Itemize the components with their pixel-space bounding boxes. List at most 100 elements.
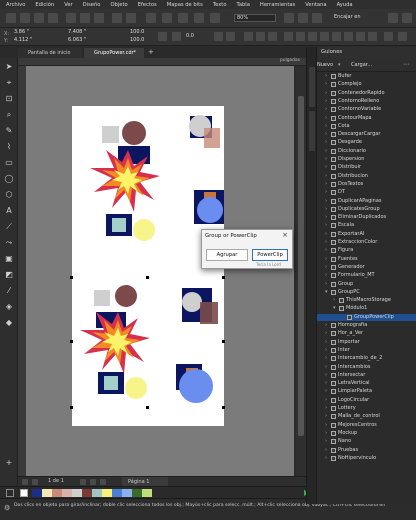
script-tree-item[interactable]: › Cota bbox=[317, 123, 416, 130]
next-page-icon[interactable] bbox=[80, 479, 86, 485]
chevron-right-icon[interactable]: › bbox=[325, 330, 329, 337]
script-tree-item[interactable]: › DescargarCargar bbox=[317, 131, 416, 138]
menu-item[interactable]: Mapas de bits bbox=[167, 2, 203, 8]
color-swatch[interactable] bbox=[42, 489, 52, 497]
chevron-right-icon[interactable]: › bbox=[325, 189, 329, 196]
script-tree-item[interactable]: › DuplicarAPaginas bbox=[317, 198, 416, 205]
chevron-right-icon[interactable]: › bbox=[325, 206, 329, 213]
menu-item[interactable]: Efectos bbox=[138, 2, 157, 8]
script-tree-item[interactable]: › ContourMapa bbox=[317, 115, 416, 122]
powerclip-button[interactable]: PowerClip bbox=[252, 249, 288, 261]
ungroup-all-icon[interactable] bbox=[268, 32, 277, 41]
import-icon[interactable] bbox=[162, 13, 172, 23]
script-tree-item[interactable]: › ContenedorRapido bbox=[317, 90, 416, 97]
script-tree-item[interactable]: › ThisMacroStorage bbox=[317, 297, 416, 304]
chevron-right-icon[interactable]: › bbox=[325, 164, 329, 171]
chevron-right-icon[interactable]: › bbox=[325, 422, 329, 429]
script-tree-item[interactable]: › Escala bbox=[317, 222, 416, 229]
chevron-right-icon[interactable]: › bbox=[325, 131, 329, 138]
chevron-right-icon[interactable]: › bbox=[333, 297, 337, 304]
tab-document[interactable]: GrupoPower.cdr* bbox=[84, 48, 144, 58]
script-tree-item[interactable]: › Inter bbox=[317, 347, 416, 354]
close-icon[interactable]: × bbox=[282, 231, 288, 239]
smart-fill-icon[interactable]: ◆ bbox=[3, 318, 15, 328]
redo-icon[interactable] bbox=[126, 13, 136, 23]
ungroup-icon[interactable] bbox=[256, 32, 265, 41]
tab-home[interactable]: Pantalla de inicio bbox=[18, 48, 82, 58]
rotate-icon[interactable] bbox=[172, 32, 181, 41]
more-options-icon[interactable]: ⋯ bbox=[403, 61, 409, 68]
script-tree-item[interactable]: › ContornoRelleno bbox=[317, 98, 416, 105]
eyedropper-icon[interactable]: ⁄ bbox=[3, 286, 15, 296]
script-tree-item[interactable]: › Homografia bbox=[317, 322, 416, 329]
color-swatch[interactable] bbox=[102, 489, 112, 497]
load-script-button[interactable]: Cargar... bbox=[351, 62, 372, 68]
height-field[interactable]: 6.063 " bbox=[66, 37, 106, 45]
script-tree-item[interactable]: › Fuentes bbox=[317, 256, 416, 263]
menu-item[interactable]: Edición bbox=[35, 2, 54, 8]
chevron-right-icon[interactable]: › bbox=[325, 123, 329, 130]
script-tree-item[interactable]: › Generador bbox=[317, 264, 416, 271]
scale-height-field[interactable]: 100.0 bbox=[128, 37, 152, 45]
menu-item[interactable]: Herramientas bbox=[260, 2, 295, 8]
selection-handle[interactable] bbox=[222, 406, 225, 409]
trim-icon[interactable] bbox=[308, 32, 317, 41]
color-swatch[interactable] bbox=[82, 489, 92, 497]
quick-customize-icon[interactable] bbox=[398, 32, 407, 41]
chevron-right-icon[interactable]: › bbox=[325, 98, 329, 105]
menu-item[interactable]: Ventana bbox=[305, 2, 326, 8]
mirror-h-icon[interactable] bbox=[214, 32, 223, 41]
script-tree-item[interactable]: ▾ GroupPC bbox=[317, 289, 416, 296]
script-tree-item[interactable]: › Importar bbox=[317, 339, 416, 346]
rectangle-tool-icon[interactable]: ▭ bbox=[3, 158, 15, 168]
parallel-dimension-icon[interactable]: ⟋ bbox=[3, 222, 15, 232]
options-icon[interactable] bbox=[402, 13, 412, 23]
script-tree-item[interactable]: › Intercambios bbox=[317, 364, 416, 371]
script-tree-item[interactable]: › LogoCircular bbox=[317, 397, 416, 404]
snap-to-dropdown[interactable]: Encajar en bbox=[332, 14, 380, 22]
script-tree-item[interactable]: › MejoresCentros bbox=[317, 422, 416, 429]
interactive-fill-icon[interactable]: ◈ bbox=[3, 302, 15, 312]
color-swatch[interactable] bbox=[72, 489, 82, 497]
chevron-right-icon[interactable]: › bbox=[325, 173, 329, 180]
ellipse-tool-icon[interactable]: ◯ bbox=[3, 174, 15, 184]
chevron-right-icon[interactable]: › bbox=[325, 364, 329, 371]
connector-tool-icon[interactable]: ⤳ bbox=[3, 238, 15, 248]
chevron-right-icon[interactable]: › bbox=[325, 90, 329, 97]
docker-tab[interactable] bbox=[309, 67, 315, 107]
selection-handle[interactable] bbox=[222, 276, 225, 279]
mirror-v-icon[interactable] bbox=[226, 32, 235, 41]
script-tree-item[interactable]: › Nano bbox=[317, 438, 416, 445]
chevron-right-icon[interactable]: › bbox=[325, 256, 329, 263]
script-tree-item[interactable]: › Intercambio_de_2 bbox=[317, 355, 416, 362]
chevron-right-icon[interactable]: › bbox=[325, 397, 329, 404]
combine-icon[interactable] bbox=[284, 32, 293, 41]
chevron-right-icon[interactable]: › bbox=[325, 430, 329, 437]
new-document-icon[interactable] bbox=[6, 13, 16, 23]
chevron-right-icon[interactable]: › bbox=[325, 272, 329, 279]
color-swatch[interactable] bbox=[112, 489, 122, 497]
script-tree-item[interactable]: › Formulario_MT bbox=[317, 272, 416, 279]
chevron-right-icon[interactable]: › bbox=[325, 73, 329, 80]
crop-tool-icon[interactable]: ⊡ bbox=[3, 94, 15, 104]
simplify-icon[interactable] bbox=[332, 32, 341, 41]
chevron-right-icon[interactable]: › bbox=[325, 339, 329, 346]
copy-icon[interactable] bbox=[80, 13, 90, 23]
chevron-right-icon[interactable]: › bbox=[325, 372, 329, 379]
script-tree-item[interactable]: › Group bbox=[317, 281, 416, 288]
menu-item[interactable]: Archivo bbox=[6, 2, 25, 8]
save-icon[interactable] bbox=[34, 13, 44, 23]
search-icon[interactable] bbox=[146, 13, 156, 23]
chevron-right-icon[interactable]: › bbox=[325, 281, 329, 288]
script-tree-item[interactable]: › Diccionario bbox=[317, 148, 416, 155]
menu-item[interactable]: Objeto bbox=[110, 2, 127, 8]
menu-item[interactable]: Texto bbox=[213, 2, 227, 8]
chevron-right-icon[interactable]: › bbox=[325, 380, 329, 387]
group-button[interactable]: Agrupar bbox=[206, 249, 248, 261]
script-tree-item[interactable]: › Dispersion bbox=[317, 156, 416, 163]
chevron-right-icon[interactable]: › bbox=[325, 355, 329, 362]
script-tree-item[interactable]: › Lottery bbox=[317, 405, 416, 412]
chevron-right-icon[interactable]: › bbox=[325, 247, 329, 254]
chevron-right-icon[interactable]: › bbox=[325, 264, 329, 271]
gear-icon[interactable]: ⚙ bbox=[4, 504, 10, 512]
